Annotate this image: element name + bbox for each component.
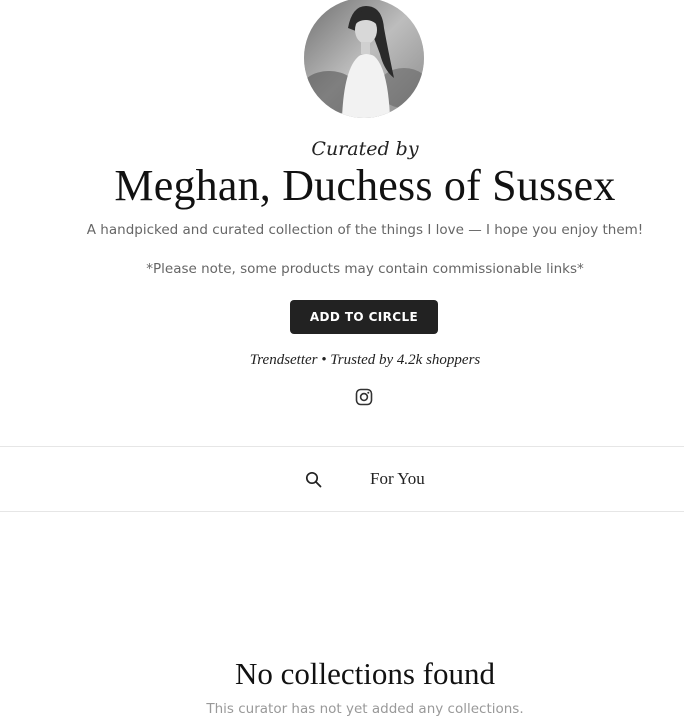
empty-state-title: No collections found (234, 656, 495, 691)
section-divider-top (0, 446, 684, 447)
curator-name: Meghan, Duchess of Sussex (114, 161, 616, 210)
search-icon[interactable] (305, 471, 322, 488)
add-to-circle-button[interactable]: ADD TO CIRCLE (290, 300, 438, 334)
curator-photo (304, 0, 424, 118)
section-divider-bottom (0, 511, 684, 512)
trust-line: Trendsetter • Trusted by 4.2k shoppers (249, 352, 481, 368)
empty-state-subtitle: This curator has not yet added any colle… (206, 701, 524, 717)
curated-by-label: Curated by (311, 138, 419, 160)
instagram-icon[interactable] (355, 388, 373, 406)
affiliate-disclaimer: *Please note, some products may contain … (146, 261, 584, 277)
avatar (304, 0, 424, 118)
curator-bio: A handpicked and curated collection of t… (86, 222, 644, 238)
tab-for-you[interactable]: For You (370, 469, 425, 489)
